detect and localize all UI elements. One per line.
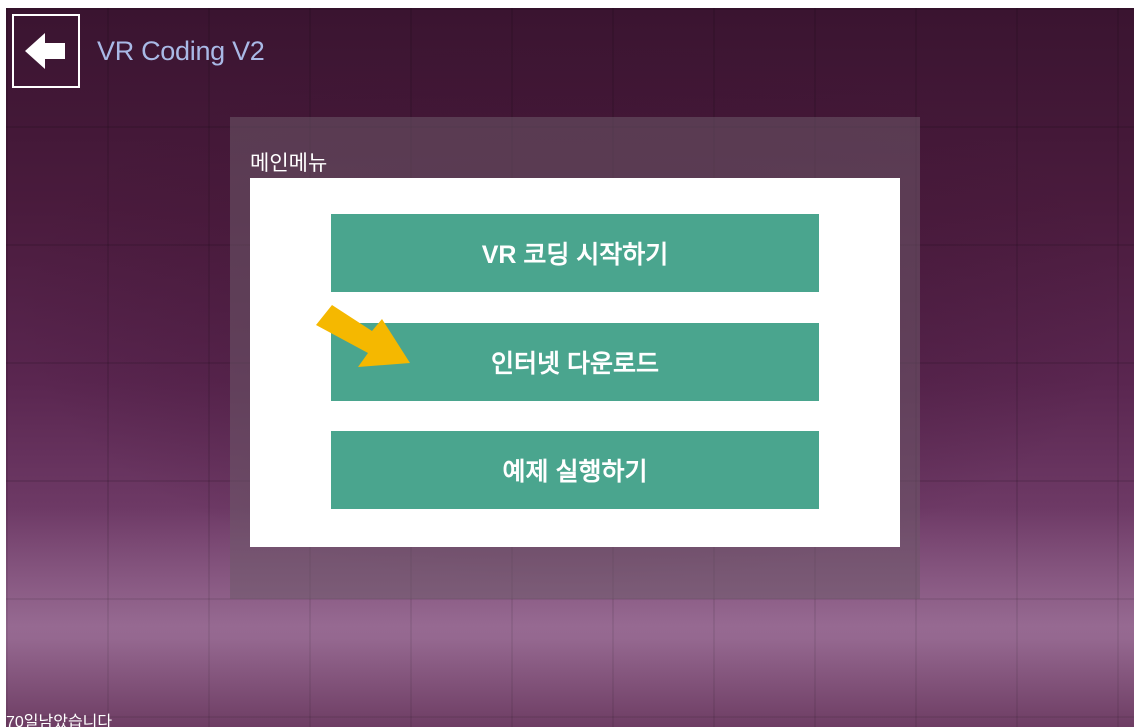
internet-download-button[interactable]: 인터넷 다운로드 bbox=[331, 323, 819, 401]
menu-card: VR 코딩 시작하기 인터넷 다운로드 예제 실행하기 bbox=[250, 178, 900, 547]
arrow-left-icon bbox=[25, 33, 65, 69]
start-vr-coding-button[interactable]: VR 코딩 시작하기 bbox=[331, 214, 819, 292]
app-title: VR Coding V2 bbox=[97, 36, 265, 66]
back-button[interactable] bbox=[12, 14, 80, 88]
app-screen: VR Coding V2 메인메뉴 VR 코딩 시작하기 인터넷 다운로드 예제… bbox=[6, 8, 1134, 727]
run-examples-button[interactable]: 예제 실행하기 bbox=[331, 431, 819, 509]
status-text: 70일남았습니다 bbox=[6, 714, 113, 727]
panel-title: 메인메뉴 bbox=[250, 152, 328, 175]
main-menu-panel: 메인메뉴 VR 코딩 시작하기 인터넷 다운로드 예제 실행하기 bbox=[230, 117, 920, 599]
